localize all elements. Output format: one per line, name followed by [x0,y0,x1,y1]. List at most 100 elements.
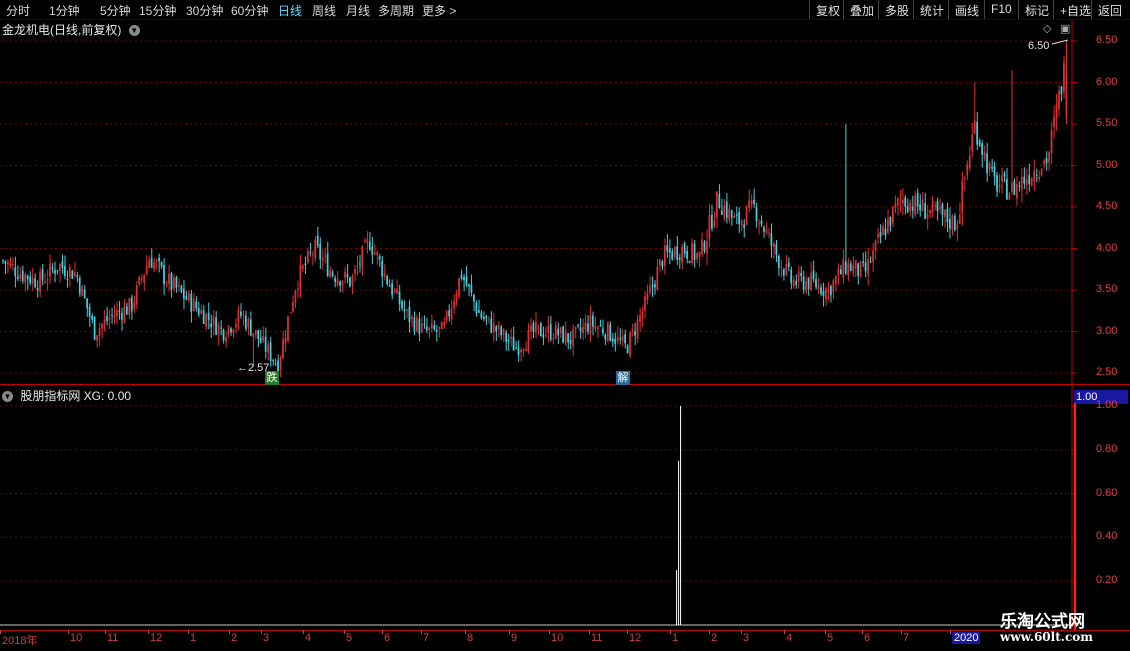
candle-body [190,293,193,312]
candle-body [249,319,252,336]
date-tick [862,630,863,634]
period-tab-60min[interactable]: 60分钟 [231,2,268,19]
period-tab-5min[interactable]: 5分钟 [100,2,131,19]
restore-rights-button[interactable]: 复权 [809,0,846,19]
candle-body [490,318,493,333]
period-tab-30min[interactable]: 30分钟 [186,2,223,19]
candle-body [609,324,612,341]
candle-body [644,296,646,311]
candle-body [765,229,768,232]
candle-body [525,348,527,351]
indicator-tick-label: 0.20 [1096,574,1118,586]
period-tab-daily[interactable]: 日线 [278,2,302,19]
period-tab-more[interactable]: 更多 > [422,2,456,19]
candle-body [559,327,562,334]
candle-body [738,211,741,225]
candle-body [673,247,676,257]
candle-body [416,317,418,332]
candle-body [41,269,44,281]
candle-body [991,167,993,169]
candle-body [133,302,136,309]
candle-body [966,164,969,176]
candle-body [182,288,185,299]
candle-body [934,204,936,206]
period-tab-15min[interactable]: 15分钟 [139,2,176,19]
candle-body [547,325,550,333]
candle-body [150,258,153,268]
candle-body [222,329,225,341]
candle-body [440,322,443,330]
candle-body [658,259,661,266]
candle-body [235,323,237,328]
candle-body [924,203,926,219]
price-tick-label: 2.50 [1096,366,1118,378]
candle-body [691,242,693,263]
candle-body [225,337,227,342]
candle-body [34,278,36,288]
candle-body [582,326,584,334]
period-tab-intraday[interactable]: 分时 [6,2,30,19]
period-tab-1min[interactable]: 1分钟 [49,2,80,19]
candle-body [83,289,86,298]
period-tab-weekly[interactable]: 周线 [312,2,336,19]
candle-body [535,322,537,333]
candle-body [324,255,327,257]
candle-body [284,337,287,343]
candle-body [371,246,374,255]
date-tick [825,630,826,634]
candle-body [301,265,304,269]
candle-body [626,345,629,354]
multi-stock-button[interactable]: 多股 [878,0,915,19]
candle-body [1006,178,1008,200]
indicator-chart[interactable] [0,385,1130,630]
candle-body [51,266,54,269]
candle-body [708,214,711,239]
back-button[interactable]: 返回 [1091,0,1128,19]
candle-body [220,327,222,329]
date-tick [901,630,902,634]
candle-body [259,337,262,343]
candle-body [807,278,810,290]
period-tab-monthly[interactable]: 月线 [346,2,370,19]
candle-body [676,246,679,260]
candle-body [91,315,93,320]
candle-body [435,329,438,332]
candle-body [391,283,393,295]
date-tick-label: 10 [551,632,564,644]
candlestick-chart[interactable] [0,20,1130,385]
candle-body [428,327,431,330]
candle-body [36,287,39,291]
candle-body [706,240,708,254]
candle-body [649,286,651,293]
date-tick [709,630,710,634]
candle-body [594,325,597,330]
period-tab-multi[interactable]: 多周期 [378,2,414,19]
candle-body [780,266,783,268]
candle-body [527,329,530,352]
candle-body [113,315,116,318]
candle-body [4,261,7,264]
candle-body [596,327,599,330]
candle-body [790,269,793,284]
candle-body [294,290,297,303]
statistics-button[interactable]: 统计 [913,0,950,19]
candle-body [368,241,371,250]
candle-body [120,312,123,320]
date-tick-label: 3 [743,632,750,644]
overlay-button[interactable]: 叠加 [843,0,880,19]
candle-body [530,325,532,331]
candle-body [549,323,552,340]
candle-body [681,246,684,263]
candle-body [458,278,460,297]
candle-body [396,288,398,294]
candle-body [740,220,743,226]
candle-body [96,335,98,341]
draw-line-button[interactable]: 画线 [948,0,985,19]
candle-body [163,264,165,285]
candle-body [539,323,542,337]
candle-body [834,276,837,284]
candle-body [344,271,346,278]
f10-button[interactable]: F10 [984,0,1018,19]
candle-body [21,270,24,282]
mark-button[interactable]: 标记 [1018,0,1055,19]
